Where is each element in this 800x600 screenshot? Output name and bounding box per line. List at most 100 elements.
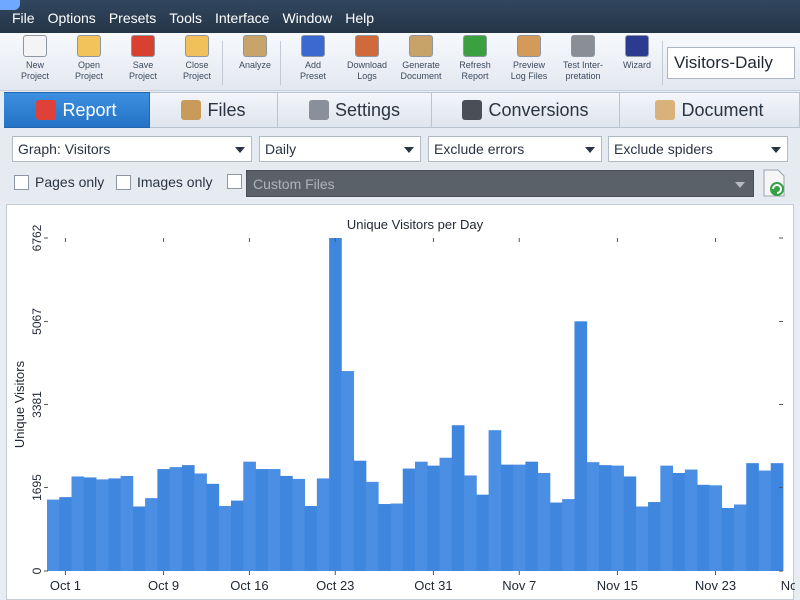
chart-bar [365, 481, 379, 571]
chevron-down-icon [235, 147, 245, 153]
chart-bar [218, 506, 232, 571]
menu-items: File Options Presets Tools Interface Window He… [12, 10, 387, 26]
app-logo-icon [0, 0, 20, 10]
menu-item-presets[interactable]: Presets [109, 10, 156, 26]
menu-item-interface[interactable]: Interface [215, 10, 269, 26]
chart-bar [709, 485, 723, 571]
chart-bar [206, 483, 220, 571]
close-project-button[interactable]: Close Project [170, 35, 224, 89]
y-tick-label: 1695 [30, 474, 44, 501]
add-preset-button[interactable]: Add Preset [286, 35, 340, 89]
chart-bar [169, 467, 183, 571]
wizard-icon [625, 35, 649, 57]
tab-document[interactable]: Document [620, 92, 800, 128]
toolbar-button-label: Analyze [238, 60, 272, 70]
chart-bar [439, 457, 453, 571]
chevron-down-icon [771, 147, 781, 153]
settings-gear-icon [308, 100, 329, 120]
menu-item-help[interactable]: Help [345, 10, 374, 26]
analyze-button[interactable]: Analyze [228, 35, 282, 89]
chart-bar [770, 463, 784, 571]
files-scroll-icon [181, 100, 202, 120]
chart-panel: Unique Visitors per Day Unique Visitors 0 1… [6, 204, 795, 600]
project-name-field[interactable]: Visitors-Daily [667, 47, 795, 79]
tab-report[interactable]: Report [4, 92, 150, 128]
chart-bar [255, 469, 269, 571]
menu-item-window[interactable]: Window [282, 10, 332, 26]
images-only-label: Images only [137, 174, 213, 190]
chart-title: Unique Visitors per Day [347, 217, 484, 232]
chart-bar [59, 497, 72, 571]
chart-bar [181, 465, 195, 571]
chart-bar [243, 461, 256, 571]
chart-bar [96, 479, 109, 571]
tab-label: Settings [334, 99, 401, 120]
visitors-chart: Unique Visitors per Day Unique Visitors 0 1… [12, 217, 795, 593]
chart-bar [267, 469, 281, 571]
custom-files-checkbox[interactable] [227, 174, 242, 189]
tab-settings[interactable]: Settings [278, 92, 432, 128]
y-tick-label: 3381 [30, 391, 44, 418]
errors-select[interactable]: Exclude errors [428, 136, 602, 162]
chart-bar [427, 465, 440, 571]
chart-bar [316, 478, 330, 571]
menu-item-file[interactable]: File [12, 10, 35, 26]
toolbar-separator [662, 41, 663, 85]
menu-item-tools[interactable]: Tools [169, 10, 202, 26]
checkbox-box[interactable] [116, 174, 131, 190]
x-tick-label: Oct 9 [148, 578, 179, 593]
menu-item-options[interactable]: Options [48, 10, 96, 26]
refresh-report-button[interactable]: Refresh Report [448, 35, 502, 89]
preview-log-files-button[interactable]: Preview Log Files [502, 35, 556, 89]
chart-bar [415, 461, 428, 571]
wizard-button[interactable]: Wizard [610, 35, 664, 89]
graph-select[interactable]: Graph: Visitors [12, 136, 252, 162]
chart-bar [108, 478, 121, 571]
chart-bar [733, 504, 747, 571]
chart-bar [378, 504, 391, 571]
spiders-select-value: Exclude spiders [614, 141, 713, 157]
add-preset-icon [301, 35, 325, 57]
analyze-icon [243, 35, 267, 57]
chart-bar [157, 469, 171, 571]
toolbar-button-label: Test Inter- pretation [562, 60, 603, 81]
save-project-button[interactable]: Save Project [116, 35, 170, 89]
x-tick-label: Nov 23 [695, 578, 736, 593]
chart-bar [537, 473, 551, 571]
refresh-files-icon[interactable] [760, 168, 788, 198]
conversions-cart-icon [462, 100, 483, 120]
generate-document-button[interactable]: Generate Document [394, 35, 448, 89]
chart-bar [329, 238, 342, 571]
checkbox-box[interactable] [227, 174, 242, 189]
custom-files-select: Custom Files [246, 170, 754, 197]
main-tabs: Report Files Settings Conversions Document [4, 92, 800, 128]
period-select[interactable]: Daily [259, 136, 421, 162]
chart-bar [660, 465, 673, 571]
x-tick-label: Oct 16 [230, 578, 268, 593]
x-tick-label: Nov 30 [781, 578, 795, 593]
chart-bar [721, 507, 735, 571]
toolbar-button-label: Wizard [622, 60, 651, 70]
tab-conversions[interactable]: Conversions [432, 92, 620, 128]
toolbar-separator [222, 41, 223, 85]
chart-bar [684, 469, 698, 571]
images-only-checkbox[interactable]: Images only [116, 174, 212, 190]
chart-bar [83, 477, 97, 571]
chart-bar [758, 470, 772, 571]
spiders-select[interactable]: Exclude spiders [608, 136, 788, 162]
pages-only-label: Pages only [35, 174, 105, 190]
chart-bar [353, 460, 367, 571]
download-logs-button[interactable]: Download Logs [340, 35, 394, 89]
open-project-button[interactable]: Open Project [62, 35, 116, 89]
chart-bar [120, 475, 134, 571]
tab-files[interactable]: Files [150, 92, 278, 128]
chart-bar [390, 503, 404, 571]
pages-only-checkbox[interactable]: Pages only [14, 174, 104, 190]
new-project-button[interactable]: New Project [8, 35, 62, 89]
chart-bar [611, 465, 624, 571]
menu-bar: File Options Presets Tools Interface Window He… [0, 0, 800, 33]
toolbar-button-label: Add Preset [299, 60, 326, 81]
test-interpretation-button[interactable]: Test Inter- pretation [556, 35, 610, 89]
y-tick-label: 5067 [30, 308, 44, 335]
checkbox-box[interactable] [14, 174, 29, 190]
